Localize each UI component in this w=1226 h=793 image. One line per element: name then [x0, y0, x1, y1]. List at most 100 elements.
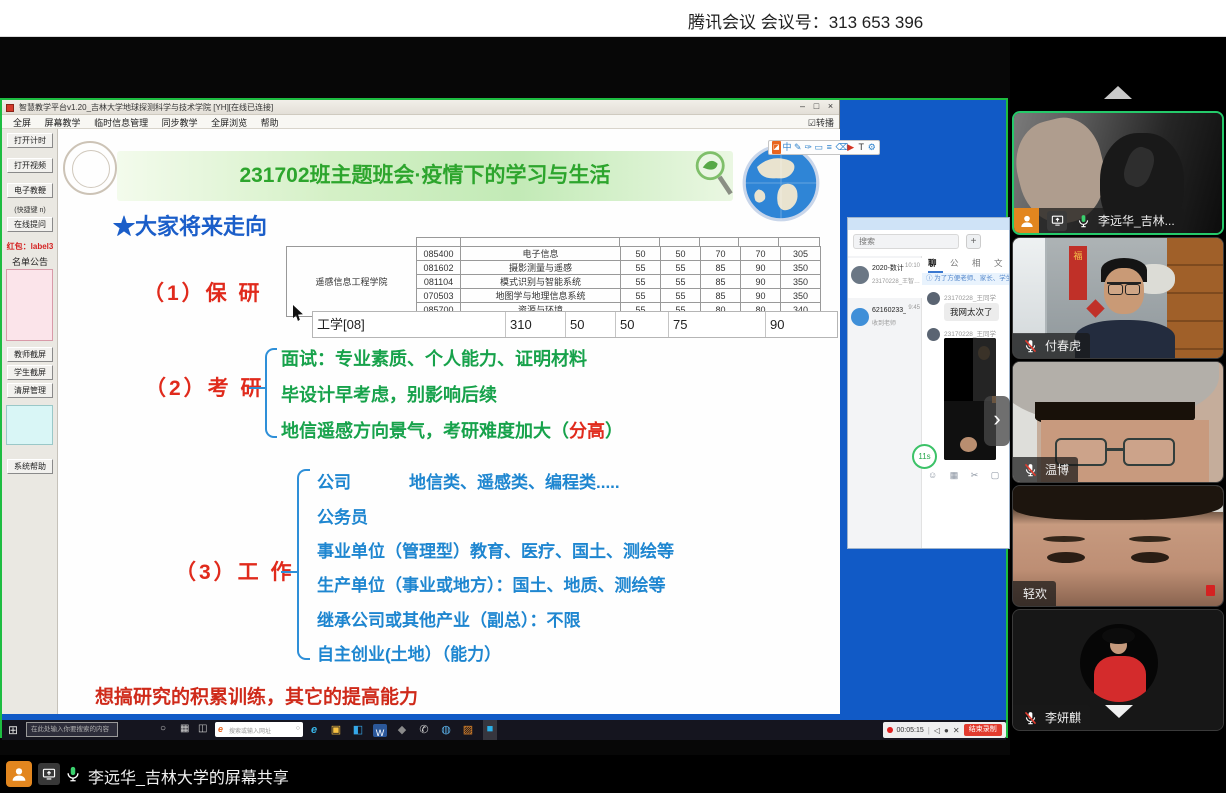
task-view-icon[interactable]: ▦: [180, 723, 189, 734]
speaker-icon[interactable]: ◁: [934, 726, 940, 735]
pinned-app-icon[interactable]: ◫: [198, 723, 207, 734]
word-icon[interactable]: W: [373, 724, 387, 737]
participant-tile[interactable]: 李远华_吉林...: [1012, 111, 1224, 235]
chat-toolbar-icons[interactable]: ☺ ▦ ✂ ▢ ✉ ◔: [928, 470, 1010, 481]
settings-icon[interactable]: ⚙: [868, 141, 877, 154]
mic-muted-icon: [1023, 460, 1038, 480]
participant-tile[interactable]: 轻欢: [1012, 485, 1224, 607]
maximize-button[interactable]: □: [810, 101, 823, 111]
open-timer-button[interactable]: 打开计时: [7, 133, 53, 148]
file-explorer-icon[interactable]: ▣: [329, 721, 343, 739]
app-icon[interactable]: ▨: [461, 721, 475, 739]
menu-screen-teaching[interactable]: 屏幕教学: [45, 116, 81, 129]
menu-temp-info[interactable]: 临时信息管理: [94, 116, 148, 129]
browser-icon[interactable]: ◍: [439, 721, 453, 739]
clear-screen-button[interactable]: 清屏管理: [7, 383, 53, 398]
close-button[interactable]: ×: [824, 101, 837, 111]
stop-recording-button[interactable]: 结束录制: [964, 724, 1002, 736]
video-hair-shape: [1013, 486, 1223, 520]
start-button[interactable]: ⊞: [8, 723, 18, 737]
participant-tile[interactable]: 福 付春虎: [1012, 237, 1224, 359]
brush-icon[interactable]: ✑: [804, 141, 813, 154]
edge-icon[interactable]: e: [307, 721, 321, 739]
shape-icon[interactable]: ▭: [815, 141, 824, 154]
chat-tabs: 聊天 公告 相册 文件: [922, 256, 1009, 273]
help-button[interactable]: 系统帮助: [7, 459, 53, 474]
college-cell: 遥感信息工程学院: [287, 247, 417, 317]
phone-icon[interactable]: ✆: [417, 721, 431, 739]
next-page-chevron[interactable]: ›: [984, 396, 1010, 446]
text-tool-icon[interactable]: T: [857, 141, 866, 154]
chat-list-item[interactable]: 62160233_王 9:45 收到老师: [848, 300, 922, 340]
select-icon[interactable]: 中: [783, 141, 792, 154]
teacher-capture-button[interactable]: 教师截屏: [7, 347, 53, 362]
menu-sync-teaching[interactable]: 同步教学: [162, 116, 198, 129]
tab-chat[interactable]: 聊天: [928, 256, 943, 273]
section3-brace: [297, 469, 310, 660]
host-role-icon: [1014, 208, 1039, 233]
roster-label: 名单公告: [2, 255, 58, 268]
tab-announcement[interactable]: 公告: [950, 256, 965, 273]
tab-album[interactable]: 相册: [972, 256, 987, 273]
chat-preview: 23170228_王智…: [872, 276, 920, 285]
score-cell: 70: [701, 247, 741, 261]
table-row: 遥感信息工程学院 085400 电子信息 50 50 70 70 305: [287, 247, 821, 261]
menu-help[interactable]: 帮助: [261, 116, 279, 129]
open-video-button[interactable]: 打开视频: [7, 158, 53, 173]
taskbar-search-input[interactable]: [26, 722, 118, 737]
store-icon[interactable]: ◧: [351, 721, 365, 739]
menu-fullscreen[interactable]: 全屏: [13, 116, 31, 129]
row2-value: 50: [616, 312, 669, 337]
lines-icon[interactable]: ≡: [825, 141, 834, 154]
participant-tile[interactable]: 温博: [1012, 361, 1224, 483]
score-cell: 55: [621, 275, 661, 289]
launcher-icon[interactable]: ◪: [772, 141, 781, 154]
cortana-icon[interactable]: ○: [160, 723, 166, 734]
admission-score-table: 遥感信息工程学院 085400 电子信息 50 50 70 70 305 081…: [286, 246, 821, 317]
screen-share-icon: [1047, 211, 1067, 231]
online-question-button[interactable]: 在线提问: [7, 217, 53, 232]
roster-panel: [6, 269, 53, 341]
slide-page: 231702班主题班会·疫情下的学习与生活 ★大家将来走向: [59, 129, 840, 714]
app-titlebar: 智慧教学平台v1.20_吉林大学地球探测科学与技术学院 [YH][在线已连接] …: [2, 100, 839, 115]
scroll-up-arrow[interactable]: [1104, 86, 1132, 99]
app-icon[interactable]: ◆: [395, 721, 409, 739]
mic-icon[interactable]: ●: [944, 726, 949, 735]
app-menubar: 全屏 屏幕教学 临时信息管理 同步教学 全屏浏览 帮助 ☑转播: [2, 115, 839, 129]
eraser-icon[interactable]: ⌫: [836, 141, 845, 154]
menu-browse[interactable]: 全屏浏览: [211, 116, 247, 129]
mic-muted-icon: [1023, 336, 1038, 356]
tab-files[interactable]: 文件: [994, 256, 1009, 273]
meeting-app-icon[interactable]: ■: [483, 720, 497, 740]
work-item: 公司地信类、遥感类、编程类.....: [317, 468, 620, 493]
mic-active-icon: [1076, 211, 1091, 231]
shortcut-note: (快捷键 n): [2, 205, 58, 215]
scroll-down-arrow[interactable]: [1105, 705, 1133, 718]
work-item-text: 地信类、遥感类、编程类.....: [409, 473, 620, 492]
minimize-button[interactable]: –: [796, 101, 809, 111]
chat-preview: 收到老师: [872, 318, 920, 327]
chat-search-input[interactable]: [853, 234, 959, 249]
browser-address-bar[interactable]: e 搜索或输入网址 ○: [215, 722, 303, 737]
pen-icon[interactable]: ✎: [794, 141, 803, 154]
chat-list-item[interactable]: 2020-数计 10:10 23170228_王智…: [848, 258, 922, 298]
recording-time: 00:05:15: [897, 727, 924, 734]
major-cell: 模式识别与智能系统: [461, 275, 621, 289]
taskbar-app-icons: e ▣ ◧ W ◆ ✆ ◍ ▨ ■: [307, 720, 497, 740]
windows-taskbar: ⊞ ○ ▦ ◫ e 搜索或输入网址 ○ e ▣ ◧ W ◆ ✆ ◍: [2, 720, 1006, 740]
close-icon[interactable]: ✕: [953, 726, 960, 735]
chat-add-button[interactable]: +: [966, 234, 981, 249]
record-icon[interactable]: ▶: [847, 141, 856, 154]
section2-label: （2）考 研: [145, 372, 265, 402]
broadcast-checkbox[interactable]: ☑转播: [808, 116, 834, 129]
participant-name: 付春虎: [1043, 337, 1081, 354]
table-partial-row: [416, 237, 820, 246]
student-capture-button[interactable]: 学生截屏: [7, 365, 53, 380]
video-window-shape: [1013, 238, 1047, 334]
meeting-id-title: 腾讯会议 会议号：313 653 396: [688, 8, 923, 33]
note-panel: [6, 405, 53, 445]
pointer-button[interactable]: 电子教鞭: [7, 183, 53, 198]
image-panel-dark: [944, 338, 973, 401]
avatar: [851, 266, 869, 284]
message-sender: 23170228_王同学: [944, 292, 996, 302]
